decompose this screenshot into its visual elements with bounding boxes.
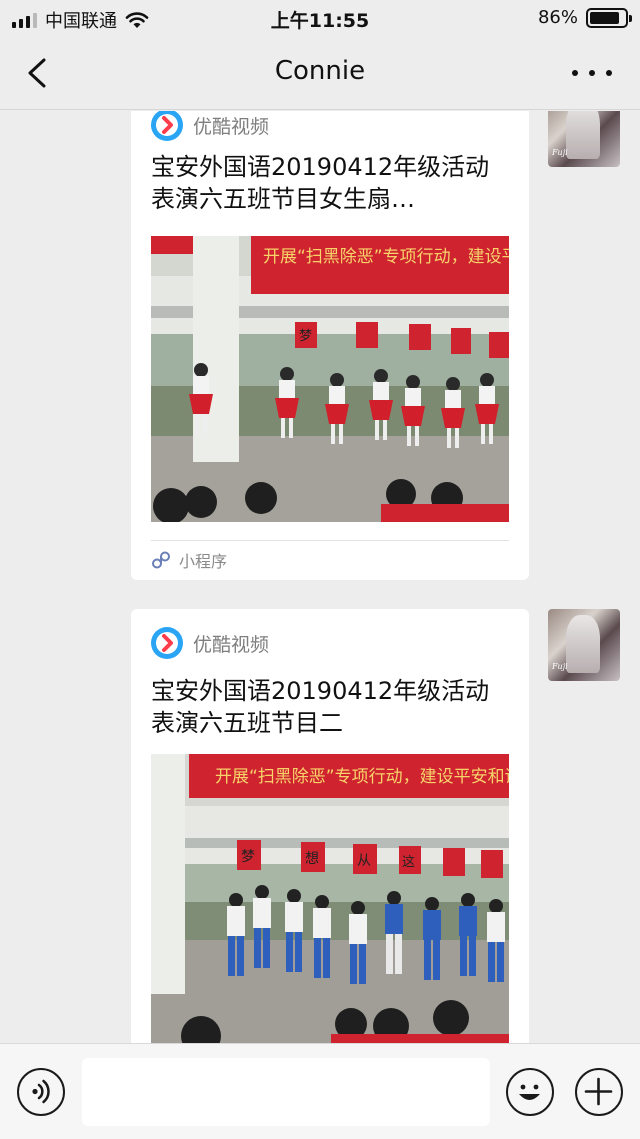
source-name: 优酷视频 [193, 633, 270, 656]
source-name: 优酷视频 [193, 115, 270, 138]
plus-icon[interactable] [575, 1068, 623, 1116]
battery-icon [586, 7, 632, 28]
message-input[interactable] [82, 1058, 490, 1126]
voice-icon[interactable] [17, 1068, 65, 1116]
video-thumbnail: 开展“扫黑除恶”专项行动，建设平 梦 [151, 236, 509, 522]
photo-banner-text: 开展“扫黑除恶”专项行动，建设平安和谐 [215, 767, 509, 787]
chat-title: Connie [274, 56, 366, 86]
performance-photo: 开展“扫黑除恶”专项行动，建设平安和谐 梦 想 从 这 [151, 754, 509, 1043]
youku-logo-icon [151, 111, 183, 141]
more-dots-icon[interactable] [572, 58, 612, 88]
battery-percent: 86% [537, 7, 578, 28]
avatar[interactable]: Fuji [548, 111, 620, 167]
photo-banner-text: 开展“扫黑除恶”专项行动，建设平 [263, 247, 509, 267]
battery-level [590, 11, 620, 24]
card-title: 宝安外国语20190412年级活动表演六五班节目二 [151, 677, 490, 737]
status-bar: 中国联通 上午11:55 86% [0, 0, 640, 36]
video-thumbnail: 开展“扫黑除恶”专项行动，建设平安和谐 梦 想 从 这 [151, 754, 509, 1043]
photo-sign-text: 梦 [241, 849, 255, 865]
mini-program-icon [152, 551, 170, 569]
youku-logo-icon [151, 627, 183, 659]
card-title: 宝安外国语20190412年级活动表演六五班节目女生扇… [151, 153, 490, 213]
performance-photo: 开展“扫黑除恶”专项行动，建设平 梦 [151, 236, 509, 522]
chat-area[interactable]: Fuji 优酷视频 宝安外国语20190412年级活动表演六五班节目女生扇… 开… [0, 111, 640, 1043]
photo-sign-text: 想 [305, 851, 319, 867]
photo-sign-text: 这 [402, 854, 415, 870]
photo-sign-text: 梦 [299, 329, 312, 344]
avatar[interactable]: Fuji [548, 609, 620, 681]
emoji-icon[interactable] [506, 1068, 554, 1116]
mini-program-card[interactable]: 优酷视频 宝安外国语20190412年级活动表演六五班节目女生扇… 开展“扫黑除… [131, 111, 529, 580]
card-divider [151, 540, 509, 541]
chat-header: Connie [0, 36, 640, 110]
mini-program-label: 小程序 [179, 552, 228, 571]
card-source: 优酷视频 [150, 623, 269, 663]
status-right: 86% [537, 7, 632, 28]
card-footer: 小程序 [151, 548, 227, 572]
photo-sign-text: 从 [357, 853, 371, 869]
card-source: 优酷视频 [150, 111, 269, 147]
input-bar [0, 1043, 640, 1139]
mini-program-card[interactable]: 优酷视频 宝安外国语20190412年级活动表演六五班节目二 开展“扫黑除恶”专… [131, 609, 529, 1043]
